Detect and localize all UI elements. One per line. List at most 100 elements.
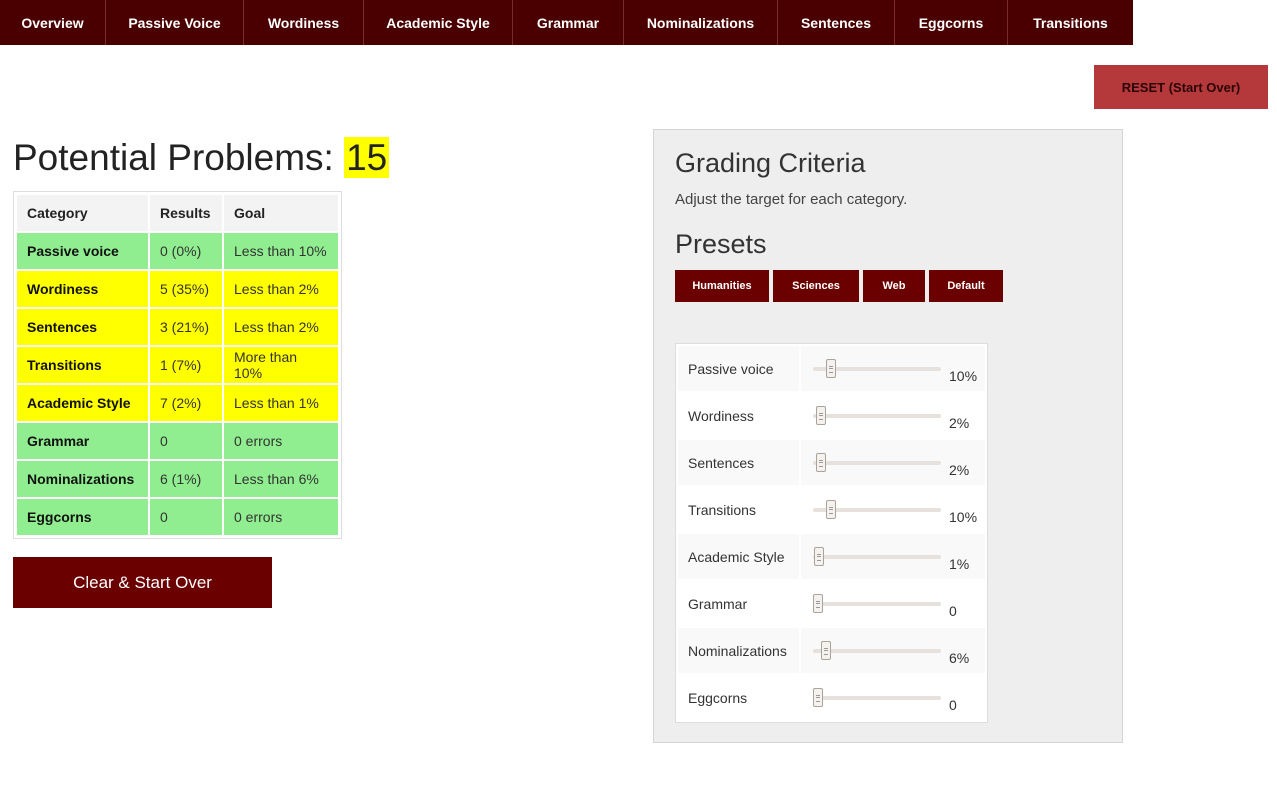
row-goal: More than 10% [224,347,338,383]
row-goal: 0 errors [224,423,338,459]
page-title: Potential Problems: 15 [13,136,390,180]
row-result: 3 (21%) [150,309,222,345]
criteria-row-eggcorns: Eggcorns 0 [678,675,985,720]
preset-web-button[interactable]: Web [863,270,925,302]
reset-button[interactable]: RESET (Start Over) [1094,65,1268,109]
slider-handle[interactable] [821,641,831,660]
row-category: Wordiness [17,271,148,307]
row-category: Eggcorns [17,499,148,535]
table-row: Nominalizations 6 (1%) Less than 6% [17,461,338,497]
row-result: 5 (35%) [150,271,222,307]
presets-title: Presets [675,229,767,259]
slider-track[interactable] [813,696,941,700]
preset-sciences-button[interactable]: Sciences [773,270,859,302]
row-goal: Less than 2% [224,309,338,345]
preset-humanities-button[interactable]: Humanities [675,270,769,302]
criteria-label: Wordiness [678,393,799,438]
criteria-label: Passive voice [678,346,799,391]
column-header-results: Results [150,195,222,231]
criteria-value: 6% [949,650,970,666]
slider-track[interactable] [813,649,941,653]
presets-group: Humanities Sciences Web Default [675,270,1007,302]
table-row: Transitions 1 (7%) More than 10% [17,347,338,383]
clear-start-over-button[interactable]: Clear & Start Over [13,557,272,608]
row-goal: 0 errors [224,499,338,535]
criteria-slider-cell: 0 [801,675,985,720]
tab-grammar[interactable]: Grammar [513,0,624,45]
slider-handle[interactable] [813,688,823,707]
criteria-row-grammar: Grammar 0 [678,581,985,626]
problems-count-badge: 15 [344,137,390,178]
criteria-value: 0 [949,697,957,713]
table-row: Eggcorns 0 0 errors [17,499,338,535]
criteria-label: Transitions [678,487,799,532]
criteria-row-wordiness: Wordiness 2% [678,393,985,438]
row-result: 0 (0%) [150,233,222,269]
criteria-slider-cell: 6% [801,628,985,673]
criteria-value: 1% [949,556,970,572]
column-header-goal: Goal [224,195,338,231]
row-category: Grammar [17,423,148,459]
criteria-list: Passive voice 10% Wordiness 2% Sentences… [675,343,988,723]
criteria-label: Nominalizations [678,628,799,673]
grading-criteria-subtitle: Adjust the target for each category. [675,191,908,208]
slider-handle[interactable] [814,547,824,566]
slider-track[interactable] [813,555,941,559]
row-result: 6 (1%) [150,461,222,497]
criteria-row-nominalizations: Nominalizations 6% [678,628,985,673]
criteria-label: Grammar [678,581,799,626]
row-category: Passive voice [17,233,148,269]
tab-overview[interactable]: Overview [0,0,106,45]
criteria-slider-cell: 2% [801,440,985,485]
grading-criteria-title: Grading Criteria [675,148,866,178]
slider-handle[interactable] [813,594,823,613]
slider-handle[interactable] [816,406,826,425]
slider-track[interactable] [813,414,941,418]
criteria-row-sentences: Sentences 2% [678,440,985,485]
slider-track[interactable] [813,461,941,465]
problems-title-label: Potential Problems: [13,137,334,178]
table-row: Grammar 0 0 errors [17,423,338,459]
tab-passive-voice[interactable]: Passive Voice [106,0,244,45]
criteria-slider-cell: 1% [801,534,985,579]
slider-handle[interactable] [826,359,836,378]
row-goal: Less than 2% [224,271,338,307]
criteria-value: 0 [949,603,957,619]
preset-default-button[interactable]: Default [929,270,1003,302]
row-goal: Less than 10% [224,233,338,269]
tab-eggcorns[interactable]: Eggcorns [895,0,1008,45]
criteria-slider-cell: 0 [801,581,985,626]
row-goal: Less than 6% [224,461,338,497]
row-goal: Less than 1% [224,385,338,421]
criteria-label: Sentences [678,440,799,485]
criteria-slider-cell: 2% [801,393,985,438]
criteria-row-passive-voice: Passive voice 10% [678,346,985,391]
tab-sentences[interactable]: Sentences [778,0,895,45]
tab-wordiness[interactable]: Wordiness [244,0,364,45]
row-result: 7 (2%) [150,385,222,421]
criteria-value: 2% [949,415,970,431]
row-category: Sentences [17,309,148,345]
tab-academic-style[interactable]: Academic Style [364,0,513,45]
tab-transitions[interactable]: Transitions [1008,0,1133,45]
table-header-row: Category Results Goal [17,195,338,231]
table-row: Sentences 3 (21%) Less than 2% [17,309,338,345]
criteria-row-transitions: Transitions 10% [678,487,985,532]
row-result: 0 [150,423,222,459]
slider-handle[interactable] [816,453,826,472]
table-row: Wordiness 5 (35%) Less than 2% [17,271,338,307]
top-nav: Overview Passive Voice Wordiness Academi… [0,0,1133,45]
criteria-label: Eggcorns [678,675,799,720]
table-row: Academic Style 7 (2%) Less than 1% [17,385,338,421]
slider-handle[interactable] [826,500,836,519]
criteria-value: 10% [949,509,978,525]
row-category: Academic Style [17,385,148,421]
row-result: 0 [150,499,222,535]
slider-track[interactable] [813,602,941,606]
row-result: 1 (7%) [150,347,222,383]
results-table: Category Results Goal Passive voice 0 (0… [13,191,342,539]
criteria-slider-cell: 10% [801,346,985,391]
tab-nominalizations[interactable]: Nominalizations [624,0,778,45]
criteria-label: Academic Style [678,534,799,579]
criteria-slider-cell: 10% [801,487,985,532]
